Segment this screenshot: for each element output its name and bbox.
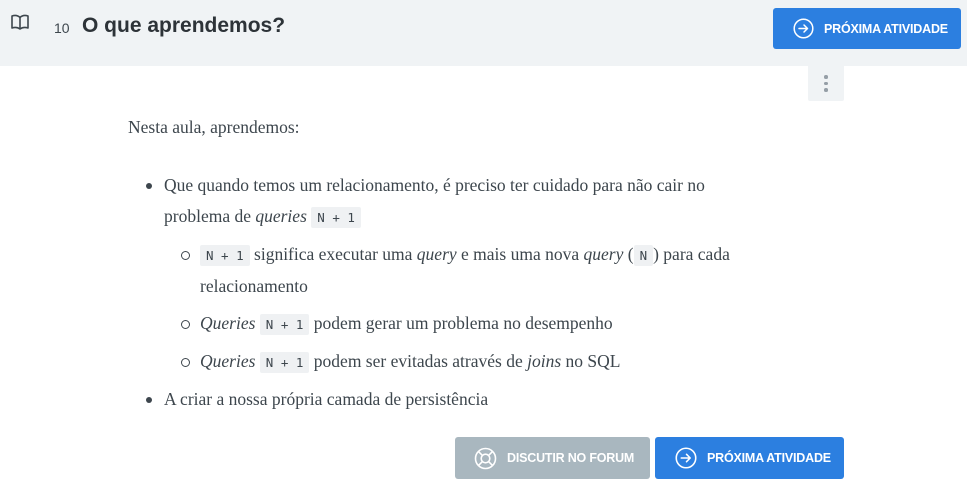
top-bar: 10 O que aprendemos? PRÓXIMA ATIVIDADE bbox=[0, 0, 967, 66]
list-item: Queries N + 1 podem gerar um problema no… bbox=[164, 308, 808, 340]
discuss-forum-label: DISCUTIR NO FORUM bbox=[507, 451, 635, 465]
text: e mais uma nova bbox=[456, 244, 584, 264]
emphasis: Queries bbox=[200, 313, 256, 333]
text: podem gerar um problema no desempenho bbox=[309, 313, 613, 333]
lesson-number: 10 bbox=[54, 20, 70, 36]
code-inline: N + 1 bbox=[259, 352, 310, 373]
discuss-forum-button[interactable]: DISCUTIR NO FORUM bbox=[455, 437, 650, 479]
more-vertical-dot bbox=[824, 81, 828, 86]
emphasis: query bbox=[583, 244, 624, 264]
list-item: Queries N + 1 podem ser evitadas através… bbox=[164, 346, 808, 378]
sub-list: N + 1 significa executar uma query e mai… bbox=[164, 239, 808, 378]
text: significa executar uma bbox=[249, 244, 417, 264]
text: no SQL bbox=[561, 351, 621, 371]
code-inline: N + 1 bbox=[200, 245, 250, 266]
summary-list: Que quando temos um relacionamento, é pr… bbox=[128, 170, 808, 415]
list-item: Que quando temos um relacionamento, é pr… bbox=[128, 170, 808, 378]
arrow-right-circle-icon bbox=[793, 18, 814, 39]
emphasis: joins bbox=[527, 351, 562, 371]
text: podem ser evitadas através de bbox=[309, 351, 528, 371]
code-inline: N + 1 bbox=[259, 314, 310, 335]
lifebuoy-icon bbox=[474, 447, 497, 469]
code-inline: N + 1 bbox=[311, 207, 361, 228]
arrow-right-circle-icon bbox=[675, 447, 697, 469]
list-item-text: Que quando temos um relacionamento, é pr… bbox=[164, 170, 774, 233]
list-item: A criar a nossa própria camada de persis… bbox=[128, 384, 808, 415]
next-activity-button[interactable]: PRÓXIMA ATIVIDADE bbox=[773, 8, 961, 49]
more-vertical-dot bbox=[824, 88, 828, 92]
next-activity-label: PRÓXIMA ATIVIDADE bbox=[824, 21, 948, 36]
list-item: N + 1 significa executar uma query e mai… bbox=[164, 239, 764, 302]
text: Que quando temos um relacionamento, é pr… bbox=[164, 175, 705, 226]
next-activity-bottom-label: PRÓXIMA ATIVIDADE bbox=[707, 451, 831, 465]
book-icon[interactable] bbox=[10, 12, 30, 32]
code-inline: N bbox=[633, 245, 654, 266]
page-title: O que aprendemos? bbox=[82, 14, 286, 37]
intro-text: Nesta aula, aprendemos: bbox=[128, 117, 300, 137]
emphasis: query bbox=[416, 244, 457, 264]
next-activity-bottom-button[interactable]: PRÓXIMA ATIVIDADE bbox=[655, 437, 844, 479]
emphasis: queries bbox=[255, 206, 307, 226]
more-vertical-icon bbox=[824, 75, 828, 79]
emphasis: Queries bbox=[200, 351, 256, 371]
text: ( bbox=[623, 244, 634, 264]
more-options-button[interactable] bbox=[808, 66, 844, 101]
